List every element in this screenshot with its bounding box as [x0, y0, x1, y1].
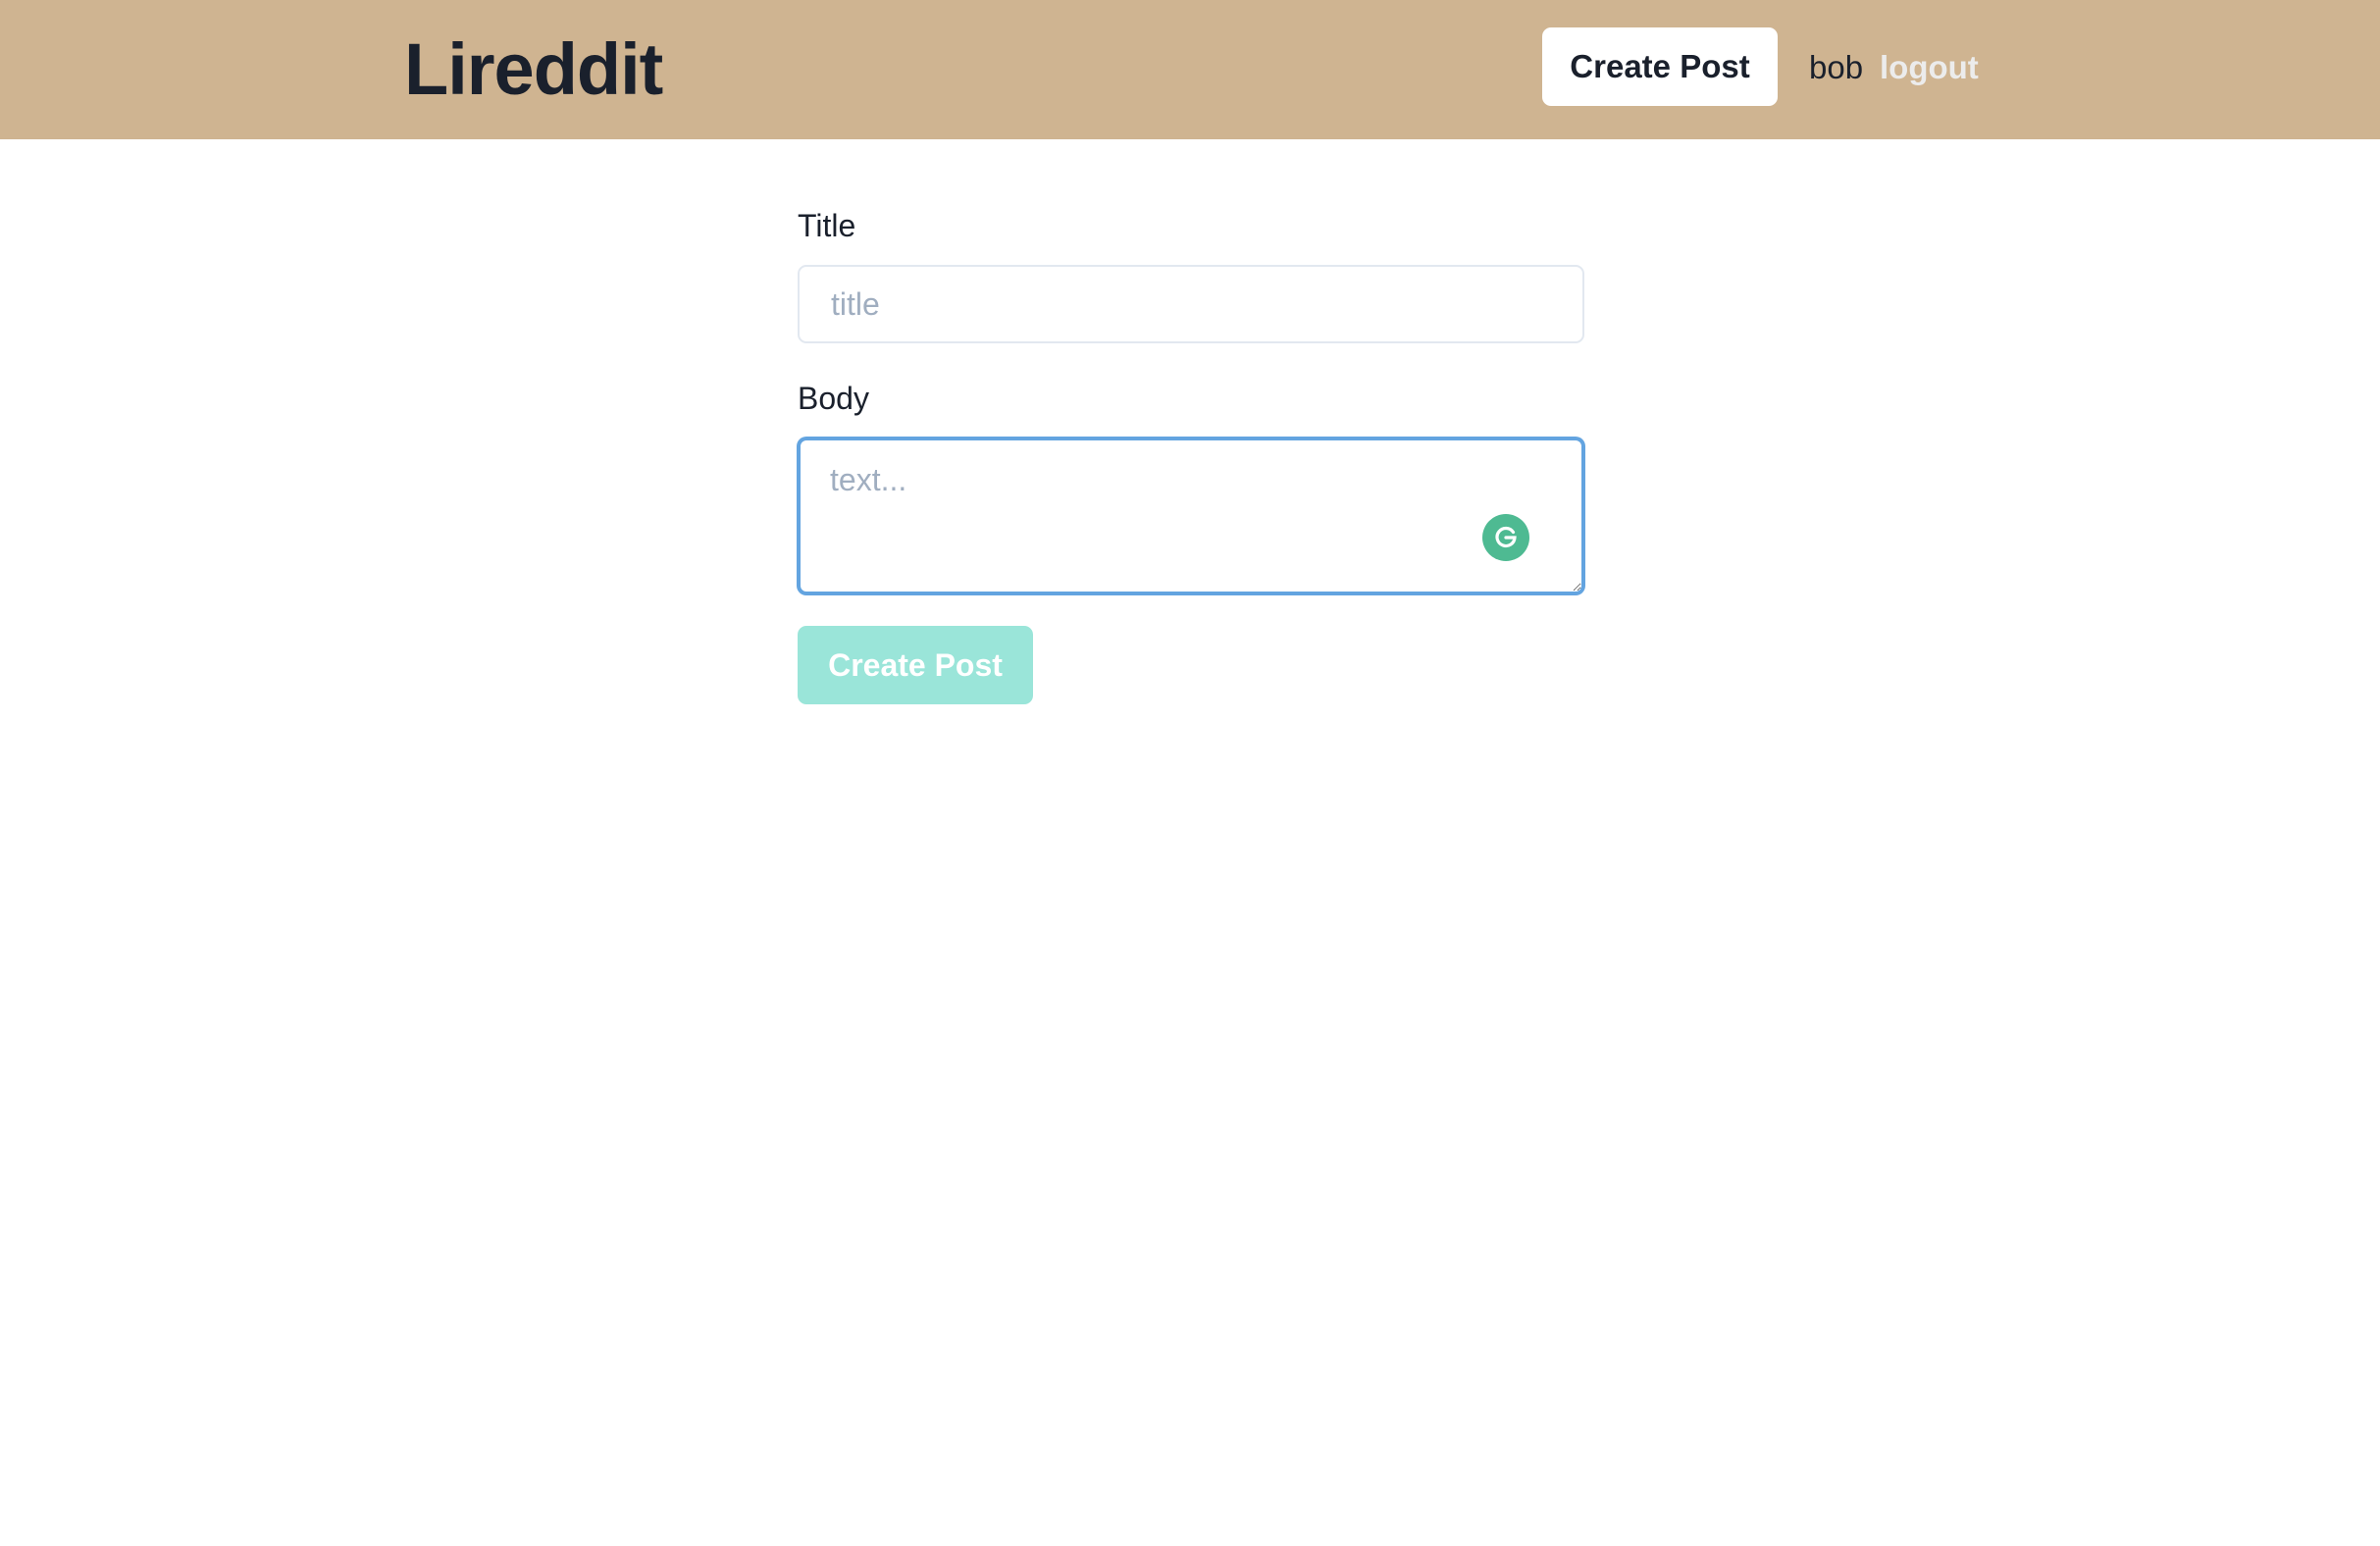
grammarly-icon[interactable]: [1482, 514, 1529, 561]
logout-button[interactable]: logout: [1880, 43, 1979, 92]
submit-create-post-button[interactable]: Create Post: [798, 626, 1033, 704]
nav-create-post-button[interactable]: Create Post: [1542, 27, 1778, 106]
title-input[interactable]: [798, 265, 1584, 343]
body-field-container: [798, 438, 1584, 594]
body-label: Body: [798, 381, 869, 416]
create-post-form: Title Body Create Post: [798, 196, 1584, 704]
username: bob: [1809, 49, 1864, 85]
site-logo[interactable]: Lireddit: [404, 26, 663, 114]
grammarly-g-icon: [1495, 526, 1517, 548]
navbar: Lireddit Create Post bob logout: [0, 0, 2380, 139]
title-label: Title: [798, 208, 856, 243]
body-textarea[interactable]: [798, 438, 1584, 594]
